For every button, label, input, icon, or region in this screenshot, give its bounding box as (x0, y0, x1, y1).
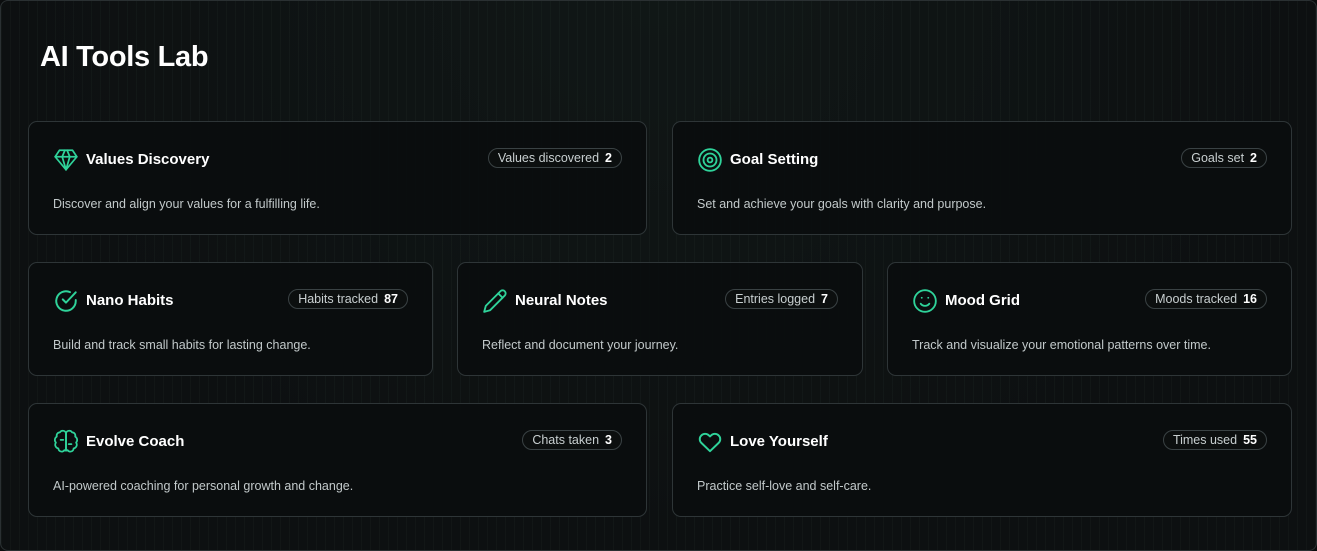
tool-card-description: Reflect and document your journey. (482, 338, 679, 352)
stat-badge-label: Entries logged (735, 292, 816, 306)
diamond-icon (53, 147, 79, 173)
check-circle-icon (53, 288, 79, 314)
tool-card-title: Nano Habits (86, 292, 174, 309)
stat-badge-label: Times used (1172, 433, 1238, 447)
page-title: AI Tools Lab (40, 41, 209, 73)
heart-icon (697, 429, 723, 455)
stat-badge: Times used 55 (1162, 430, 1267, 450)
stat-badge: Habits tracked 87 (288, 289, 408, 309)
tool-card-title: Neural Notes (515, 292, 608, 309)
tool-card-description: AI-powered coaching for personal growth … (53, 479, 354, 493)
stat-badge-count: 16 (1243, 292, 1257, 306)
tool-card-mood-grid[interactable]: Mood Grid Moods tracked 16 Track and vis… (887, 262, 1292, 376)
tool-card-neural-notes[interactable]: Neural Notes Entries logged 7 Reflect an… (457, 262, 863, 376)
tool-card-nano-habits[interactable]: Nano Habits Habits tracked 87 Build and … (28, 262, 433, 376)
stat-badge: Values discovered 2 (487, 148, 622, 168)
tool-card-title: Evolve Coach (86, 433, 185, 450)
stat-badge: Goals set 2 (1181, 148, 1267, 168)
tool-card-love-yourself[interactable]: Love Yourself Times used 55 Practice sel… (672, 403, 1292, 517)
stat-badge-count: 87 (384, 292, 398, 306)
pencil-icon (482, 288, 508, 314)
tool-card-title: Goal Setting (730, 151, 819, 168)
app-window: AI Tools Lab Values Discovery Values dis… (0, 0, 1317, 551)
stat-badge: Chats taken 3 (522, 430, 622, 450)
tool-card-description: Track and visualize your emotional patte… (912, 338, 1211, 352)
tool-card-evolve-coach[interactable]: Evolve Coach Chats taken 3 AI-powered co… (28, 403, 647, 517)
tool-card-description: Discover and align your values for a ful… (53, 197, 320, 211)
stat-badge-label: Values discovered (497, 151, 600, 165)
tool-card-description: Practice self-love and self-care. (697, 479, 872, 493)
tool-card-values-discovery[interactable]: Values Discovery Values discovered 2 Dis… (28, 121, 647, 235)
tool-card-title: Mood Grid (945, 292, 1020, 309)
stat-badge-label: Goals set (1191, 151, 1245, 165)
stat-badge-label: Chats taken (532, 433, 600, 447)
target-icon (697, 147, 723, 173)
smiley-icon (912, 288, 938, 314)
tool-card-description: Set and achieve your goals with clarity … (697, 197, 987, 211)
stat-badge-count: 2 (1250, 151, 1257, 165)
stat-badge-label: Moods tracked (1155, 292, 1238, 306)
stat-badge-count: 7 (821, 292, 828, 306)
brain-icon (53, 429, 79, 455)
stat-badge-count: 2 (605, 151, 612, 165)
tool-card-goal-setting[interactable]: Goal Setting Goals set 2 Set and achieve… (672, 121, 1292, 235)
stat-badge-count: 3 (605, 433, 612, 447)
stat-badge: Moods tracked 16 (1145, 289, 1267, 309)
tool-card-title: Love Yourself (730, 433, 828, 450)
tool-card-title: Values Discovery (86, 151, 210, 168)
stat-badge-label: Habits tracked (298, 292, 379, 306)
stat-badge: Entries logged 7 (725, 289, 838, 309)
tool-card-description: Build and track small habits for lasting… (53, 338, 311, 352)
stat-badge-count: 55 (1243, 433, 1257, 447)
